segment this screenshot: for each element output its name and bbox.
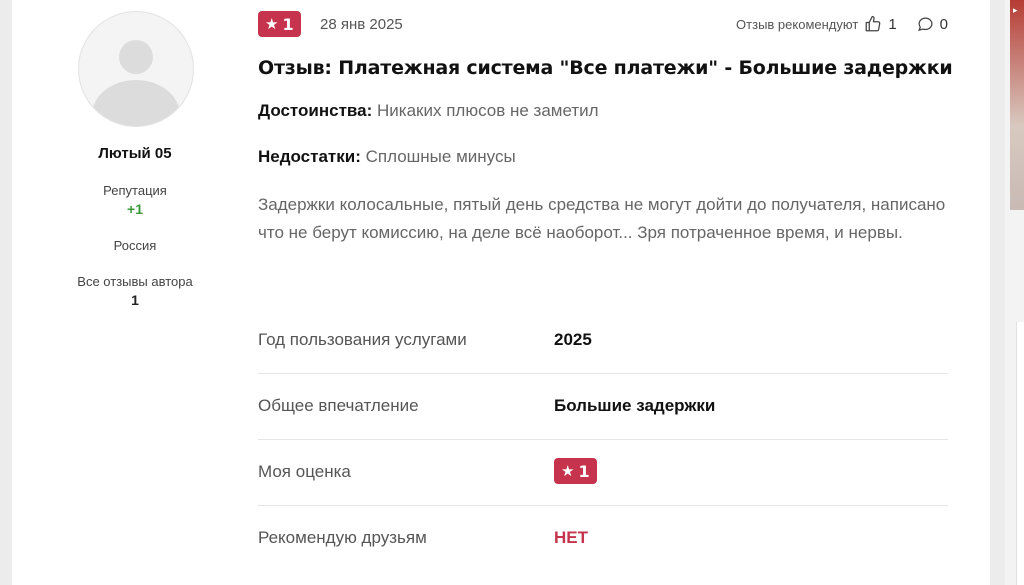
- all-reviews-label[interactable]: Все отзывы автора: [40, 274, 230, 289]
- my-rating-label: Моя оценка: [258, 462, 351, 481]
- recommend-area: Отзыв рекомендуют 1 0: [736, 15, 948, 33]
- my-rating-value: 1: [578, 461, 590, 481]
- comment-icon[interactable]: [917, 16, 934, 33]
- review-details: Год пользования услугами 2025 Общее впеч…: [258, 308, 948, 571]
- recommend-label: Отзыв рекомендуют: [736, 16, 859, 32]
- impression-label: Общее впечатление: [258, 396, 419, 415]
- cons-text: Сплошные минусы: [365, 147, 516, 166]
- star-icon: ★: [265, 14, 279, 33]
- thumbs-up-icon[interactable]: [864, 15, 882, 33]
- avatar-head-shape: [119, 40, 153, 74]
- side-ad-strip: ▸: [1005, 0, 1024, 585]
- detail-row-impression: Общее впечатление Большие задержки: [258, 374, 948, 440]
- detail-row-my-rating: Моя оценка ★ 1: [258, 440, 948, 506]
- all-reviews-count[interactable]: 1: [60, 292, 210, 308]
- rating-value: 1: [282, 14, 294, 34]
- avatar[interactable]: [78, 11, 194, 127]
- detail-row-recommend: Рекомендую друзьям НЕТ: [258, 506, 948, 571]
- rating-badge: ★ 1: [258, 11, 301, 37]
- recommend-friends-label: Рекомендую друзьям: [258, 528, 427, 547]
- pros-text: Никаких плюсов не заметил: [377, 101, 599, 120]
- pros-line: Достоинства: Никаких плюсов не заметил: [258, 101, 599, 121]
- year-label: Год пользования услугами: [258, 330, 467, 349]
- ad-thumbnail[interactable]: ▸: [1010, 0, 1024, 210]
- author-country: Россия: [113, 238, 157, 253]
- page: ▸ Лютый 05 Репутация +1 Россия Все отзыв…: [0, 0, 1024, 585]
- cons-label: Недостатки:: [258, 147, 361, 166]
- author-name[interactable]: Лютый 05: [60, 145, 210, 162]
- year-value: 2025: [554, 330, 592, 349]
- reputation-value: +1: [127, 201, 143, 217]
- detail-row-year: Год пользования услугами 2025: [258, 308, 948, 374]
- reputation-label: Репутация: [103, 183, 167, 198]
- pros-label: Достоинства:: [258, 101, 373, 120]
- comments-count: 0: [939, 15, 948, 33]
- star-icon: ★: [561, 461, 575, 480]
- impression-value: Большие задержки: [554, 396, 716, 415]
- recommend-friends-value: НЕТ: [554, 528, 588, 547]
- review-body: Задержки колосальные, пятый день средств…: [258, 195, 946, 242]
- my-rating-badge: ★ 1: [554, 458, 597, 484]
- cons-line: Недостатки: Сплошные минусы: [258, 147, 516, 167]
- avatar-body-shape: [92, 80, 180, 126]
- ad-block: [1016, 322, 1024, 585]
- review-date: 28 янв 2025: [320, 16, 403, 33]
- review-title: Отзыв: Платежная система "Все платежи" -…: [258, 57, 953, 79]
- likes-count: 1: [888, 15, 897, 33]
